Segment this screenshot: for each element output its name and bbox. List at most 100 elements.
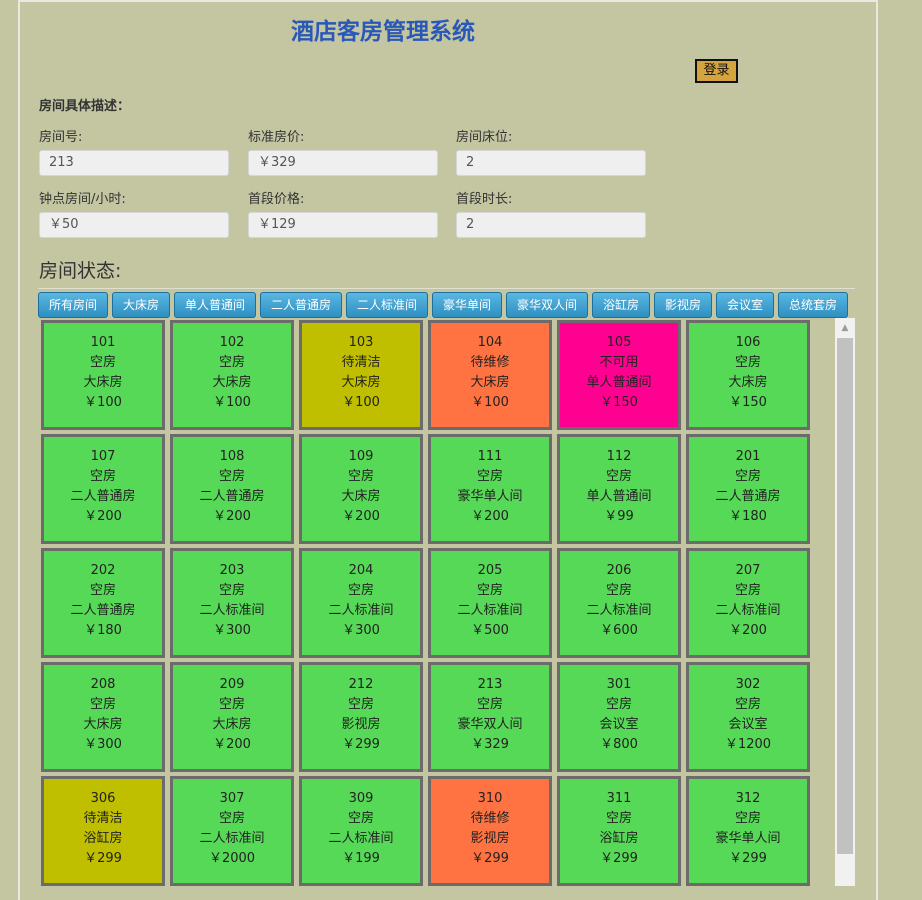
room-price: ￥300: [213, 623, 251, 638]
tab-all-rooms[interactable]: 所有房间: [38, 292, 108, 318]
tab-presidential-suite[interactable]: 总统套房: [778, 292, 848, 318]
room-number: 213: [477, 677, 503, 692]
tab-deluxe-double[interactable]: 豪华双人间: [506, 292, 588, 318]
tab-double-ordinary[interactable]: 二人普通房: [260, 292, 342, 318]
room-status: 空房: [89, 355, 116, 370]
room-price: ￥329: [471, 737, 509, 752]
room-price: ￥100: [213, 395, 251, 410]
room-tile[interactable]: 105 不可用 单人普通间 ￥150: [557, 320, 681, 430]
room-status: 空房: [605, 583, 632, 598]
room-tile[interactable]: 202 空房 二人普通房 ￥180: [41, 548, 165, 658]
room-number: 204: [348, 563, 374, 578]
room-tile[interactable]: 209 空房 大床房 ￥200: [170, 662, 294, 772]
tab-deluxe-single[interactable]: 豪华单间: [432, 292, 502, 318]
room-number-field[interactable]: 213: [39, 150, 229, 176]
room-tile[interactable]: 310 待维修 影视房 ￥299: [428, 776, 552, 886]
room-number: 109: [348, 449, 374, 464]
scroll-thumb[interactable]: [837, 338, 853, 854]
tab-meeting-room[interactable]: 会议室: [716, 292, 774, 318]
room-tile[interactable]: 204 空房 二人标准间 ￥300: [299, 548, 423, 658]
room-status: 空房: [89, 697, 116, 712]
room-tile[interactable]: 312 空房 豪华单人间 ￥299: [686, 776, 810, 886]
room-tile[interactable]: 207 空房 二人标准间 ￥200: [686, 548, 810, 658]
room-tile[interactable]: 101 空房 大床房 ￥100: [41, 320, 165, 430]
room-tile[interactable]: 203 空房 二人标准间 ￥300: [170, 548, 294, 658]
room-tile[interactable]: 306 待清洁 浴缸房 ￥299: [41, 776, 165, 886]
room-status: 空房: [347, 811, 374, 826]
room-status: 空房: [734, 811, 761, 826]
room-number: 206: [606, 563, 632, 578]
scroll-up-arrow-icon[interactable]: ▲: [835, 318, 855, 336]
login-button[interactable]: 登录: [695, 59, 738, 83]
room-tile[interactable]: 106 空房 大床房 ￥150: [686, 320, 810, 430]
tab-single-standard[interactable]: 单人普通间: [174, 292, 256, 318]
room-number: 312: [735, 791, 761, 806]
room-status: 空房: [218, 469, 245, 484]
first-period-duration-field[interactable]: 2: [456, 212, 646, 238]
room-tile[interactable]: 208 空房 大床房 ￥300: [41, 662, 165, 772]
bed-count-field[interactable]: 2: [456, 150, 646, 176]
tab-king-room[interactable]: 大床房: [112, 292, 170, 318]
tab-bathtub-room[interactable]: 浴缸房: [592, 292, 650, 318]
room-number: 309: [348, 791, 374, 806]
room-price: ￥500: [471, 623, 509, 638]
room-number: 208: [90, 677, 116, 692]
room-grid: 101 空房 大床房 ￥100 102 空房 大床房 ￥100 103 待清洁 大床房 ￥100 104…: [38, 318, 855, 886]
tab-theater-room[interactable]: 影视房: [654, 292, 712, 318]
room-tile[interactable]: 102 空房 大床房 ￥100: [170, 320, 294, 430]
room-number: 310: [477, 791, 503, 806]
room-status: 空房: [347, 583, 374, 598]
room-tile[interactable]: 205 空房 二人标准间 ￥500: [428, 548, 552, 658]
room-number: 212: [348, 677, 374, 692]
room-tile[interactable]: 307 空房 二人标准间 ￥2000: [170, 776, 294, 886]
room-tile[interactable]: 213 空房 豪华双人间 ￥329: [428, 662, 552, 772]
room-status: 空房: [476, 583, 503, 598]
room-type: 影视房: [470, 831, 510, 846]
room-tile[interactable]: 212 空房 影视房 ￥299: [299, 662, 423, 772]
tab-double-standard[interactable]: 二人标准间: [346, 292, 428, 318]
room-type: 二人标准间: [457, 603, 523, 618]
hourly-rate-field[interactable]: ￥50: [39, 212, 229, 238]
room-tile[interactable]: 103 待清洁 大床房 ￥100: [299, 320, 423, 430]
room-tile[interactable]: 112 空房 单人普通间 ￥99: [557, 434, 681, 544]
room-type: 大床房: [212, 717, 252, 732]
room-type: 二人普通房: [70, 603, 136, 618]
room-tile[interactable]: 111 空房 豪华单人间 ￥200: [428, 434, 552, 544]
room-price: ￥600: [600, 623, 638, 638]
room-tile[interactable]: 108 空房 二人普通房 ￥200: [170, 434, 294, 544]
room-type: 二人普通房: [199, 489, 265, 504]
room-price: ￥299: [729, 851, 767, 866]
room-type: 会议室: [599, 717, 639, 732]
first-period-duration-label: 首段时长:: [456, 192, 513, 207]
room-grid-scrollbar[interactable]: ▲: [835, 318, 855, 886]
room-tile[interactable]: 302 空房 会议室 ￥1200: [686, 662, 810, 772]
room-type: 二人标准间: [199, 603, 265, 618]
room-type: 二人标准间: [199, 831, 265, 846]
room-tile[interactable]: 301 空房 会议室 ￥800: [557, 662, 681, 772]
room-type: 单人普通间: [586, 489, 652, 504]
room-status: 空房: [734, 697, 761, 712]
room-tile[interactable]: 311 空房 浴缸房 ￥299: [557, 776, 681, 886]
room-number: 111: [477, 449, 503, 464]
standard-price-field[interactable]: ￥329: [248, 150, 438, 176]
room-type: 豪华单人间: [457, 489, 523, 504]
room-price: ￥299: [600, 851, 638, 866]
room-price: ￥300: [342, 623, 380, 638]
room-number: 102: [219, 335, 245, 350]
room-tile[interactable]: 201 空房 二人普通房 ￥180: [686, 434, 810, 544]
first-period-price-field[interactable]: ￥129: [248, 212, 438, 238]
room-tile[interactable]: 309 空房 二人标准间 ￥199: [299, 776, 423, 886]
room-type: 二人标准间: [586, 603, 652, 618]
room-type: 大床房: [341, 375, 381, 390]
room-status: 空房: [734, 469, 761, 484]
room-price: ￥200: [471, 509, 509, 524]
room-price: ￥199: [342, 851, 380, 866]
room-tile[interactable]: 104 待维修 大床房 ￥100: [428, 320, 552, 430]
room-tile[interactable]: 206 空房二人标准间 ￥600: [557, 548, 681, 658]
room-status-heading: 房间状态:: [39, 260, 122, 282]
room-tile[interactable]: 107 空房 二人普通房 ￥200: [41, 434, 165, 544]
room-price: ￥299: [471, 851, 509, 866]
room-price: ￥100: [471, 395, 509, 410]
room-status: 空房: [476, 697, 503, 712]
room-tile[interactable]: 109 空房 大床房 ￥200: [299, 434, 423, 544]
